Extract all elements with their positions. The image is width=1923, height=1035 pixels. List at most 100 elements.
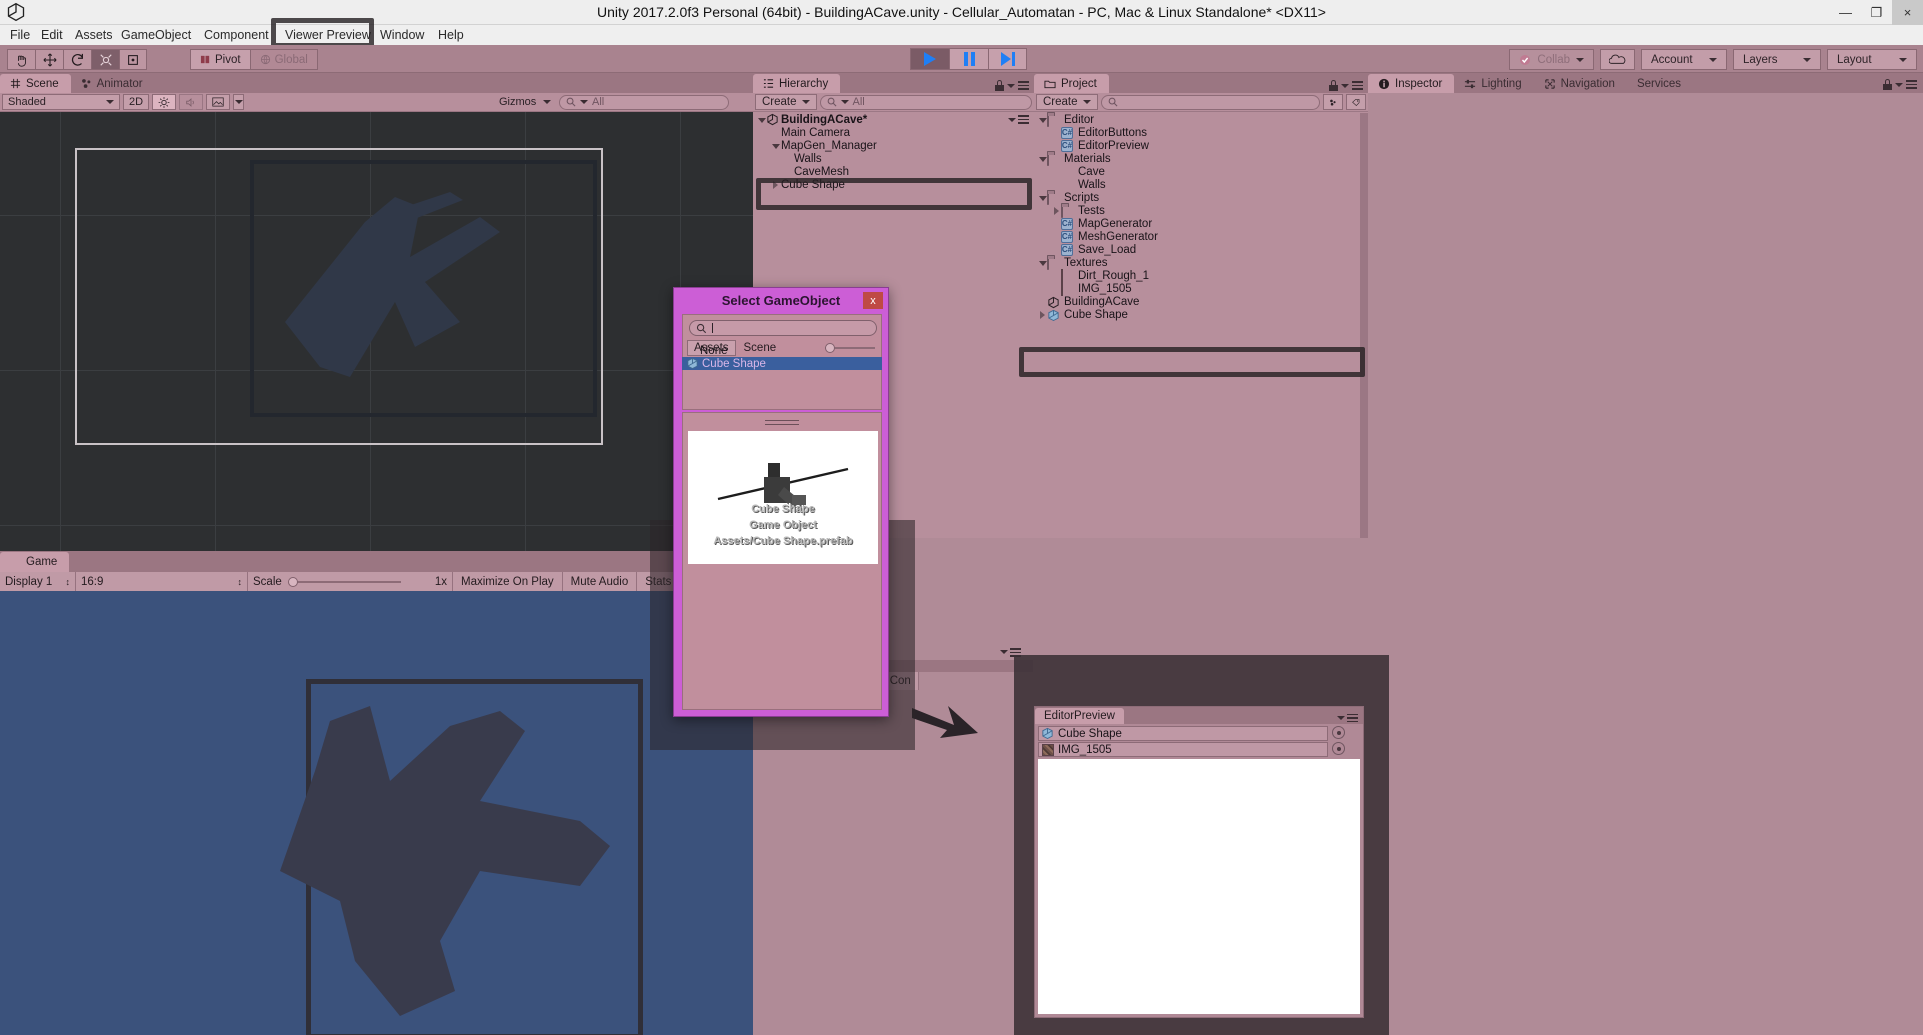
project-item-tests[interactable]: Tests xyxy=(1034,203,1360,218)
game-canvas[interactable] xyxy=(0,591,753,1035)
menu-edit[interactable]: Edit xyxy=(33,25,71,45)
project-scrollbar[interactable] xyxy=(1360,113,1368,538)
menu-component[interactable]: Component xyxy=(196,25,277,45)
scale-slider-group[interactable]: Scale 1x xyxy=(248,572,453,591)
hierarchy-item-cavemesh[interactable]: CaveMesh xyxy=(753,165,1034,178)
project-item-walls[interactable]: Walls xyxy=(1034,178,1360,191)
menu-icon[interactable] xyxy=(1906,80,1917,89)
lock-icon[interactable] xyxy=(995,80,1004,91)
project-item-editorpreview[interactable]: C# EditorPreview xyxy=(1034,139,1360,152)
toggle-2d-button[interactable]: 2D xyxy=(123,94,149,110)
scene-fx-button[interactable] xyxy=(206,94,230,110)
hierarchy-item-walls[interactable]: Walls xyxy=(753,152,1034,165)
collab-button[interactable]: Collab xyxy=(1509,49,1594,70)
project-item-save-load[interactable]: C# Save_Load xyxy=(1034,243,1360,256)
chevron-down-icon[interactable] xyxy=(1038,193,1047,202)
tab-animator[interactable]: Animator xyxy=(71,74,155,93)
chevron-down-icon[interactable] xyxy=(1038,154,1047,163)
tab-editor-preview[interactable]: EditorPreview xyxy=(1035,708,1124,724)
mute-audio-button[interactable]: Mute Audio xyxy=(563,572,638,591)
tab-inspector[interactable]: Inspector xyxy=(1368,74,1455,93)
rotate-tool-button[interactable] xyxy=(63,49,91,70)
aspect-dropdown[interactable]: 16:9 ↕ xyxy=(76,572,248,591)
editor-preview-render-area[interactable] xyxy=(1038,759,1360,1014)
menu-icon[interactable] xyxy=(1347,713,1358,722)
project-item-cube-shape[interactable]: Cube Shape xyxy=(1034,308,1360,321)
dialog-close-button[interactable]: x xyxy=(863,292,883,309)
maximize-button[interactable]: ❐ xyxy=(1861,0,1892,25)
inspector-panel-menu[interactable] xyxy=(1883,79,1923,93)
menu-window[interactable]: Window xyxy=(372,25,432,45)
maximize-on-play-button[interactable]: Maximize On Play xyxy=(453,572,563,591)
chevron-right-icon[interactable] xyxy=(771,180,780,189)
dialog-search-input[interactable] xyxy=(689,320,877,336)
menu-icon[interactable] xyxy=(1018,115,1029,124)
chevron-right-icon[interactable] xyxy=(1052,206,1061,215)
project-filter-label-button[interactable] xyxy=(1346,94,1366,110)
tab-game[interactable]: Game xyxy=(0,552,70,572)
hierarchy-scene-menu[interactable] xyxy=(1008,115,1029,124)
project-item-editor[interactable]: Editor xyxy=(1034,112,1360,127)
project-search-input[interactable] xyxy=(1100,94,1320,110)
scene-audio-button[interactable] xyxy=(179,94,203,110)
project-item-materials[interactable]: Materials xyxy=(1034,151,1360,166)
tab-hierarchy[interactable]: Hierarchy xyxy=(753,74,841,93)
scene-canvas[interactable] xyxy=(0,112,753,551)
hierarchy-panel-menu[interactable] xyxy=(995,80,1034,93)
rect-tool-button[interactable] xyxy=(119,49,147,70)
layout-button[interactable]: Layout xyxy=(1827,49,1917,70)
lock-icon[interactable] xyxy=(1329,80,1338,91)
close-button[interactable]: × xyxy=(1892,0,1923,25)
hierarchy-search-input[interactable]: All xyxy=(819,94,1032,110)
scene-lighting-button[interactable] xyxy=(152,94,176,110)
step-button[interactable] xyxy=(988,48,1027,70)
tab-project[interactable]: Project xyxy=(1034,74,1109,93)
move-tool-button[interactable] xyxy=(35,49,63,70)
layers-button[interactable]: Layers xyxy=(1733,49,1821,70)
menu-icon[interactable] xyxy=(1018,81,1029,90)
draw-mode-dropdown[interactable]: Shaded xyxy=(2,94,120,110)
project-item-buildingacave[interactable]: BuildingACave xyxy=(1034,295,1360,308)
gizmos-dropdown[interactable]: Gizmos xyxy=(494,94,556,110)
chevron-right-icon[interactable] xyxy=(1038,310,1047,319)
scale-tool-button[interactable] xyxy=(91,49,119,70)
project-item-editorbuttons[interactable]: C# EditorButtons xyxy=(1034,126,1360,139)
project-item-textures[interactable]: Textures xyxy=(1034,255,1360,270)
object-picker-icon-1[interactable] xyxy=(1332,726,1345,739)
hierarchy-create-button[interactable]: Create xyxy=(755,94,817,110)
chevron-down-icon[interactable] xyxy=(1038,258,1047,267)
scene-search-input[interactable]: All xyxy=(559,94,729,110)
account-button[interactable]: Account xyxy=(1641,49,1727,70)
scale-slider[interactable] xyxy=(287,576,429,587)
tab-services[interactable]: Services xyxy=(1627,74,1693,93)
menu-gameobject[interactable]: GameObject xyxy=(113,25,199,45)
menu-help[interactable]: Help xyxy=(430,25,472,45)
play-button[interactable] xyxy=(910,48,949,70)
editor-preview-panel-menu[interactable] xyxy=(1337,713,1363,725)
scene-fx-dropdown[interactable] xyxy=(233,94,244,110)
global-toggle[interactable]: Global xyxy=(250,49,318,70)
menu-viewer-preview[interactable]: Viewer Preview xyxy=(277,25,379,45)
display-dropdown[interactable]: Display 1 ↕ xyxy=(0,572,76,591)
hierarchy-item-main-camera[interactable]: Main Camera xyxy=(753,126,1034,139)
lock-icon[interactable] xyxy=(1883,79,1892,90)
project-item-mapgenerator[interactable]: C# MapGenerator xyxy=(1034,217,1360,230)
tab-scene[interactable]: Scene xyxy=(0,74,71,93)
pause-button[interactable] xyxy=(949,48,988,70)
hierarchy-item-scene[interactable]: BuildingACave* xyxy=(753,113,1034,126)
minimize-button[interactable]: — xyxy=(1830,0,1861,25)
project-panel-menu[interactable] xyxy=(1329,80,1368,93)
hand-tool-button[interactable] xyxy=(7,49,35,70)
tab-navigation[interactable]: Navigation xyxy=(1534,74,1627,93)
hierarchy-item-cube-shape[interactable]: Cube Shape xyxy=(753,178,1034,191)
tab-lighting[interactable]: Lighting xyxy=(1454,74,1533,93)
project-create-button[interactable]: Create xyxy=(1036,94,1098,110)
pivot-toggle[interactable]: Pivot xyxy=(190,49,251,70)
cloud-button[interactable] xyxy=(1600,49,1635,70)
dialog-list-item-cube-shape[interactable]: Cube Shape xyxy=(682,357,882,370)
editor-preview-field-cube-shape[interactable]: Cube Shape xyxy=(1038,726,1328,741)
editor-preview-field-img1505[interactable]: IMG_1505 xyxy=(1038,742,1328,757)
chevron-down-icon[interactable] xyxy=(757,115,766,124)
project-item-cave[interactable]: Cave xyxy=(1034,165,1360,178)
dialog-list-item-none[interactable]: None xyxy=(682,344,882,357)
